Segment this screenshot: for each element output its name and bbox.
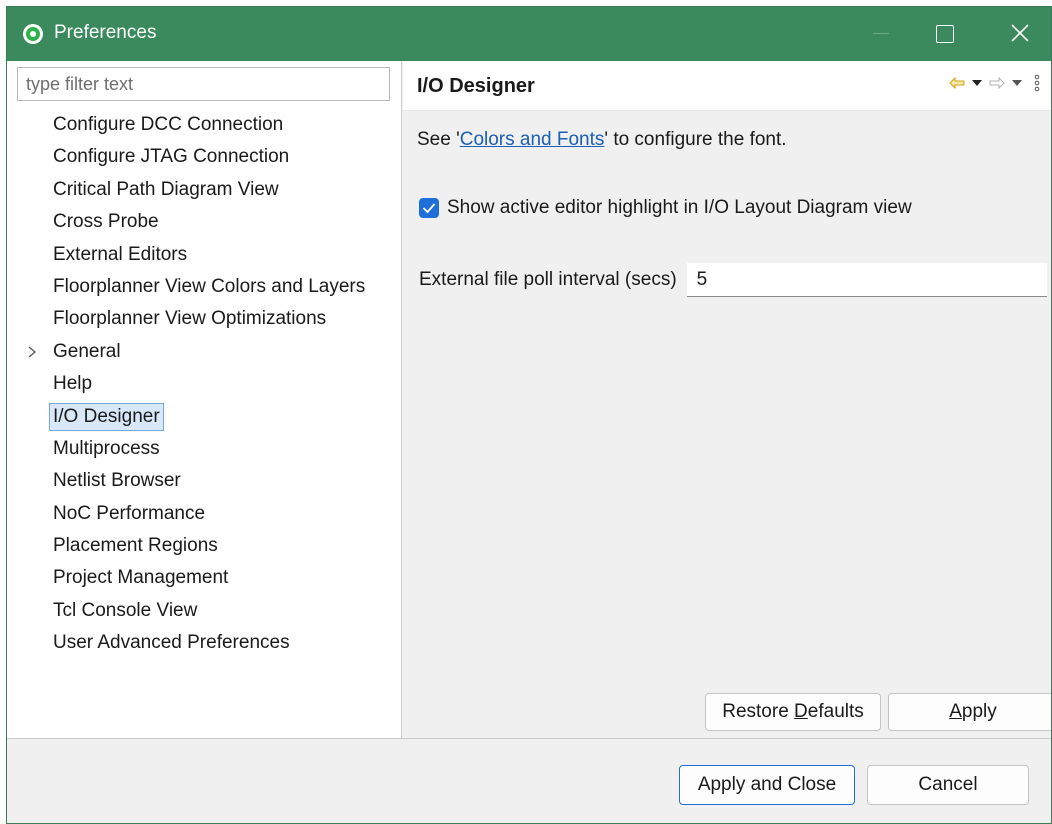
tree-item[interactable]: Multiprocess [7,433,401,465]
apply-and-close-button[interactable]: Apply and Close [679,765,855,805]
close-button[interactable] [997,7,1043,61]
tree-item[interactable]: Netlist Browser [7,465,401,497]
preference-tree-pane: Configure DCC Connection Configure JTAG C… [7,61,402,738]
tree-item-label: Floorplanner View Colors and Layers [53,275,366,297]
page-title: I/O Designer [417,75,535,97]
tree-item[interactable]: Floorplanner View Optimizations [7,303,401,335]
tree-item-label: User Advanced Preferences [53,632,290,654]
app-logo-icon [23,24,43,44]
back-button[interactable] [949,73,965,93]
forward-button[interactable] [989,73,1005,93]
restore-defaults-label: Restore Defaults [722,701,864,722]
tree-item-label: External Editors [53,243,188,265]
dropdown-icon [972,80,982,86]
colors-and-fonts-link[interactable]: Colors and Fonts [460,129,605,150]
tree-item-label: Project Management [53,567,229,589]
window-title: Preferences [54,22,157,43]
page-navigation [949,71,1045,95]
tree-item[interactable]: Project Management [7,562,401,594]
tree-item-label: Netlist Browser [53,470,181,492]
tree-item[interactable]: Configure JTAG Connection [7,141,401,173]
preference-tree: Configure DCC Connection Configure JTAG C… [7,109,401,660]
poll-interval-label: External file poll interval (secs) [419,269,677,290]
tree-item[interactable]: Configure DCC Connection [7,109,401,141]
tree-item[interactable]: Help [7,368,401,400]
poll-interval-input[interactable] [686,263,1047,297]
title-bar[interactable]: Preferences [7,7,1051,61]
tree-item[interactable]: Floorplanner View Colors and Layers [7,271,401,303]
tree-item[interactable]: Tcl Console View [7,595,401,627]
font-config-description: See 'Colors and Fonts' to configure the … [417,129,787,151]
highlight-checkbox-label: Show active editor highlight in I/O Layo… [447,197,912,218]
tree-item-label: Multiprocess [53,437,160,459]
desc-prefix: See ' [417,129,460,150]
tree-item-label: Critical Path Diagram View [53,178,279,200]
forward-history-dropdown[interactable] [1009,73,1025,93]
tree-item-label: Configure JTAG Connection [53,146,290,168]
more-icon [1034,74,1040,92]
preference-page: I/O Designer See 'Colors and Fonts' to c… [403,61,1051,738]
tree-item[interactable]: User Advanced Preferences [7,627,401,659]
maximize-button[interactable] [922,7,968,61]
tree-item[interactable]: Placement Regions [7,530,401,562]
tree-item-label: Help [53,373,93,395]
back-arrow-icon [949,77,965,89]
desc-suffix: ' to configure the font. [604,129,787,150]
tree-item-label: General [53,340,121,362]
chevron-right-icon[interactable] [27,346,37,358]
highlight-checkbox[interactable] [419,198,439,218]
apply-label: Apply [949,701,997,722]
filter-input[interactable] [17,67,390,101]
dropdown-icon [1012,80,1022,86]
poll-interval-row: External file poll interval (secs) [419,263,1047,297]
back-history-dropdown[interactable] [969,73,985,93]
tree-item[interactable]: Critical Path Diagram View [7,174,401,206]
page-header: I/O Designer [403,61,1051,111]
dialog-footer: Apply and Close Cancel [7,738,1051,823]
preferences-window: Preferences Configure DCC ConnectionConf… [6,6,1052,824]
minimize-button[interactable] [857,7,903,61]
tree-item-label: Cross Probe [53,211,159,233]
tree-item[interactable]: NoC Performance [7,498,401,530]
more-menu-button[interactable] [1029,73,1045,93]
tree-item[interactable]: I/O Designer [7,401,401,433]
tree-item-label: I/O Designer [49,402,164,431]
highlight-option[interactable]: Show active editor highlight in I/O Layo… [419,197,912,219]
tree-item-label: Configure DCC Connection [53,114,284,135]
check-icon [422,203,436,214]
forward-arrow-icon [989,77,1005,89]
tree-item-label: NoC Performance [53,502,206,524]
tree-item-label: Placement Regions [53,535,218,557]
tree-item-label: Tcl Console View [53,599,198,621]
tree-item[interactable]: External Editors [7,239,401,271]
cancel-button[interactable]: Cancel [867,765,1029,805]
restore-defaults-button[interactable]: Restore Defaults [705,693,881,731]
tree-item[interactable]: General [7,336,401,368]
tree-item-label: Floorplanner View Optimizations [53,308,327,330]
apply-button[interactable]: Apply [888,693,1051,731]
close-icon [1011,24,1029,42]
tree-item[interactable]: Cross Probe [7,206,401,238]
